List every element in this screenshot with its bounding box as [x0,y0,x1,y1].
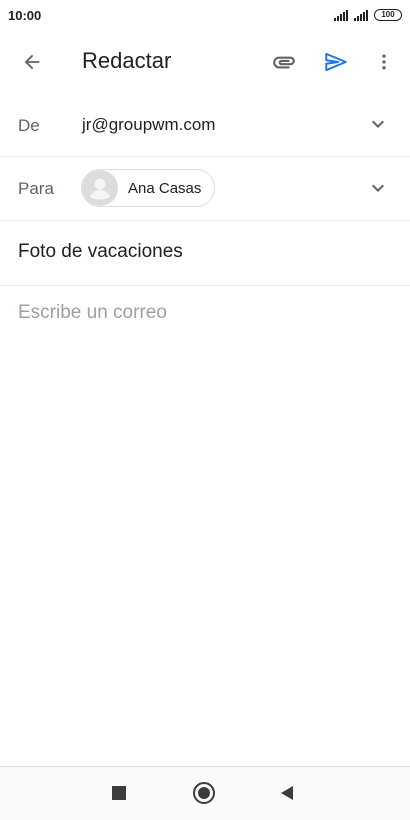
status-icons: 100 [334,9,402,21]
back-button[interactable] [14,44,50,80]
system-nav-bar [0,766,410,820]
home-button[interactable] [193,782,215,804]
status-time: 10:00 [8,7,42,23]
from-expand-button[interactable] [364,110,392,138]
recipient-name: Ana Casas [128,179,202,197]
compose-screen: 10:00 100 Redactar De jr@groupwm.com Par… [0,0,410,820]
chevron-down-icon [372,184,384,192]
system-back-button[interactable] [281,786,293,800]
battery-level: 100 [381,10,395,19]
signal-icon [334,9,348,21]
to-row: Para Ana Casas [0,157,410,221]
subject-input[interactable] [18,241,388,263]
avatar [82,170,118,206]
arrow-back-icon [24,54,40,70]
from-label: De [18,116,40,135]
recent-apps-button[interactable] [112,786,126,800]
subject-row [0,221,410,286]
from-row: De jr@groupwm.com [0,92,410,157]
status-bar: 10:00 100 [0,0,410,30]
more-vert-icon [382,54,386,70]
chevron-down-icon [372,120,384,128]
recipient-chip[interactable]: Ana Casas [81,169,216,207]
page-title: Redactar [82,48,172,73]
attach-button[interactable] [266,44,302,80]
home-icon [198,787,210,799]
signal-icon-2 [354,9,368,21]
send-button[interactable] [318,44,354,80]
more-options-button[interactable] [368,44,400,80]
battery-icon: 100 [374,9,402,21]
app-bar: Redactar [0,30,410,92]
paperclip-icon [273,56,295,69]
send-icon [325,52,347,72]
from-address[interactable]: jr@groupwm.com [82,115,215,135]
to-expand-button[interactable] [364,174,392,202]
body-input[interactable] [18,302,392,742]
to-label: Para [18,179,54,198]
person-icon [90,178,110,200]
